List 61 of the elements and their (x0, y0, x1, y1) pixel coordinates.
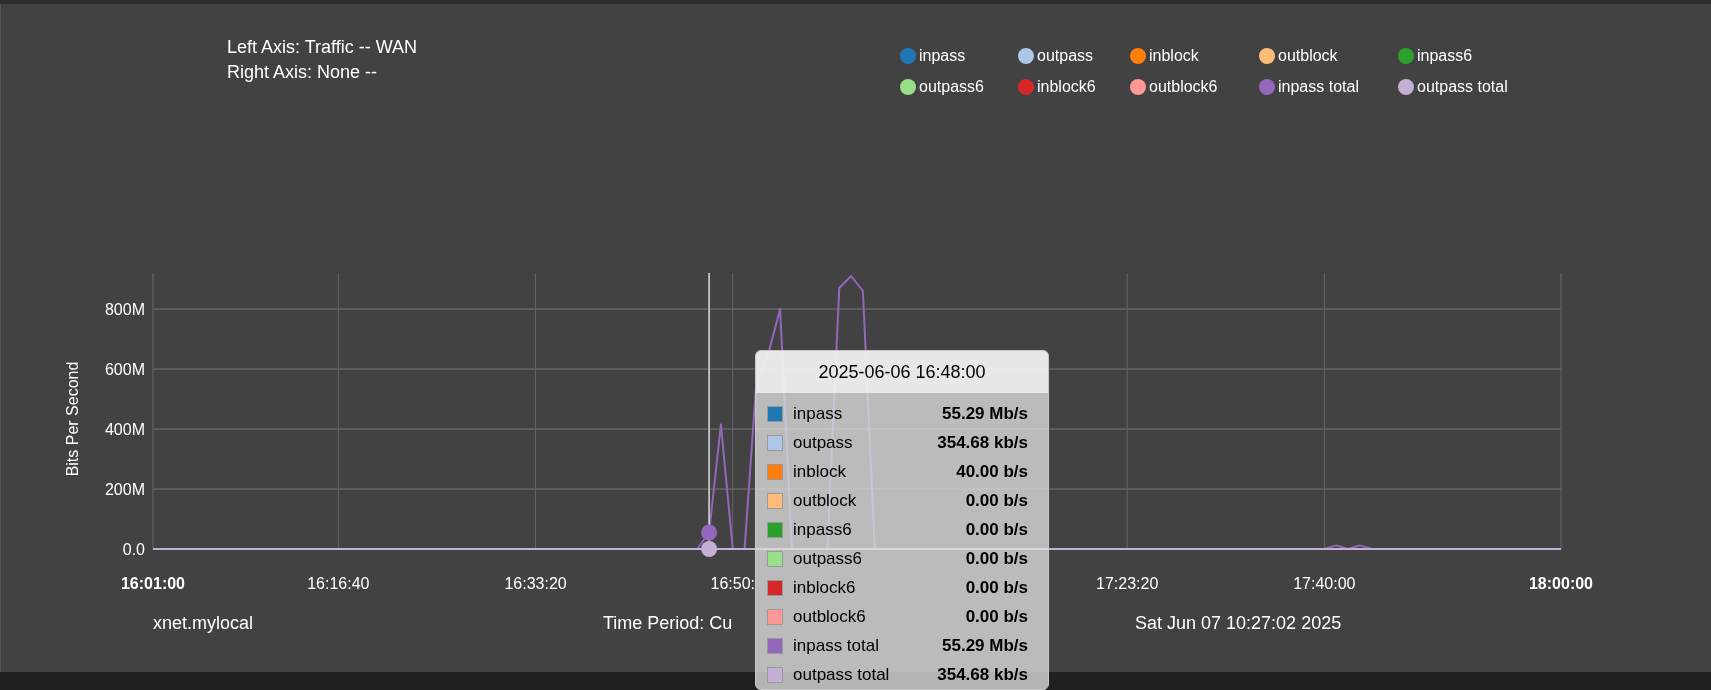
series-value: 0.00 b/s (965, 490, 1028, 511)
series-name: inblock (793, 461, 847, 482)
axis-tick-label: 600M (104, 361, 145, 378)
tooltip-title: 2025-06-06 16:48:00 (756, 351, 1048, 393)
axis-tick-label: 16:33:20 (504, 575, 567, 592)
axis-tick-label: 800M (104, 301, 145, 318)
axis-tick-label: 16:01:00 (121, 575, 185, 592)
chart-title: Left Axis: Traffic -- WAN (227, 36, 419, 59)
series-name: outpass6 (793, 548, 863, 569)
series-name: inpass6 (793, 519, 853, 540)
legend-label: inblock6 (1037, 77, 1096, 97)
series-value: 0.00 b/s (965, 548, 1028, 569)
legend-item[interactable]: outblock (1259, 45, 1398, 67)
legend-label: outpass (1037, 46, 1094, 66)
footer-text: Time Period: Cu (603, 612, 733, 635)
axis-tick-label: 16:16:40 (307, 575, 370, 592)
series-value: 354.68 kb/s (937, 432, 1028, 453)
series-name: inpass total (793, 635, 880, 656)
chart-title: Right Axis: None -- (227, 61, 379, 84)
data-point-marker (701, 524, 718, 541)
legend-label: outpass total (1417, 77, 1508, 97)
series-name: outpass (793, 432, 854, 453)
axis-tick-label: 400M (104, 421, 145, 438)
legend-item[interactable]: inpass total (1259, 76, 1398, 98)
axis-tick-label: 0.0 (122, 541, 145, 558)
series-name: outblock6 (793, 606, 867, 627)
axis-tick-label: 17:40:00 (1293, 575, 1356, 592)
series-value: 55.29 Mb/s (942, 635, 1028, 656)
legend-label: outpass6 (919, 77, 984, 97)
axis-title: Bits Per Second (64, 361, 81, 477)
legend-label: outblock (1278, 46, 1338, 66)
legend-item[interactable]: inblock (1130, 45, 1259, 67)
data-point-marker (701, 541, 718, 557)
legend-item[interactable]: inpass (900, 45, 1018, 67)
legend-item[interactable]: inblock6 (1018, 76, 1130, 98)
series-name: inpass (793, 403, 844, 424)
legend-item[interactable]: outpass total (1398, 76, 1711, 98)
legend-label: inpass total (1278, 77, 1359, 97)
legend-item[interactable]: outpass6 (900, 76, 1018, 98)
legend-label: inpass (919, 46, 966, 66)
series-name: outpass total (793, 664, 891, 685)
series-value: 55.29 Mb/s (942, 403, 1028, 424)
series-name: inblock6 (793, 577, 857, 598)
series-value: 0.00 b/s (965, 577, 1028, 598)
series-value: 0.00 b/s (965, 606, 1028, 627)
series-name: outblock (793, 490, 858, 511)
legend-label: inpass6 (1417, 46, 1473, 66)
axis-tick-label: 200M (104, 481, 145, 498)
axis-tick-label: 16:50: (710, 575, 755, 592)
legend-label: outblock6 (1149, 77, 1218, 97)
axis-tick-label: 18:00:00 (1529, 575, 1593, 592)
legend-item[interactable]: inpass6 (1398, 45, 1711, 67)
series-value: 40.00 b/s (956, 461, 1028, 482)
axis-tick-label: 17:23:20 (1096, 575, 1159, 592)
series-value: 0.00 b/s (965, 519, 1028, 540)
legend-item[interactable]: outblock6 (1130, 76, 1259, 98)
footer-text: Sat Jun 07 10:27:02 2025 (1135, 612, 1342, 635)
legend-label: inblock (1149, 46, 1199, 66)
series-value: 354.68 kb/s (937, 664, 1028, 685)
footer-text: xnet.mylocal (153, 612, 254, 635)
legend-item[interactable]: outpass (1018, 45, 1130, 67)
